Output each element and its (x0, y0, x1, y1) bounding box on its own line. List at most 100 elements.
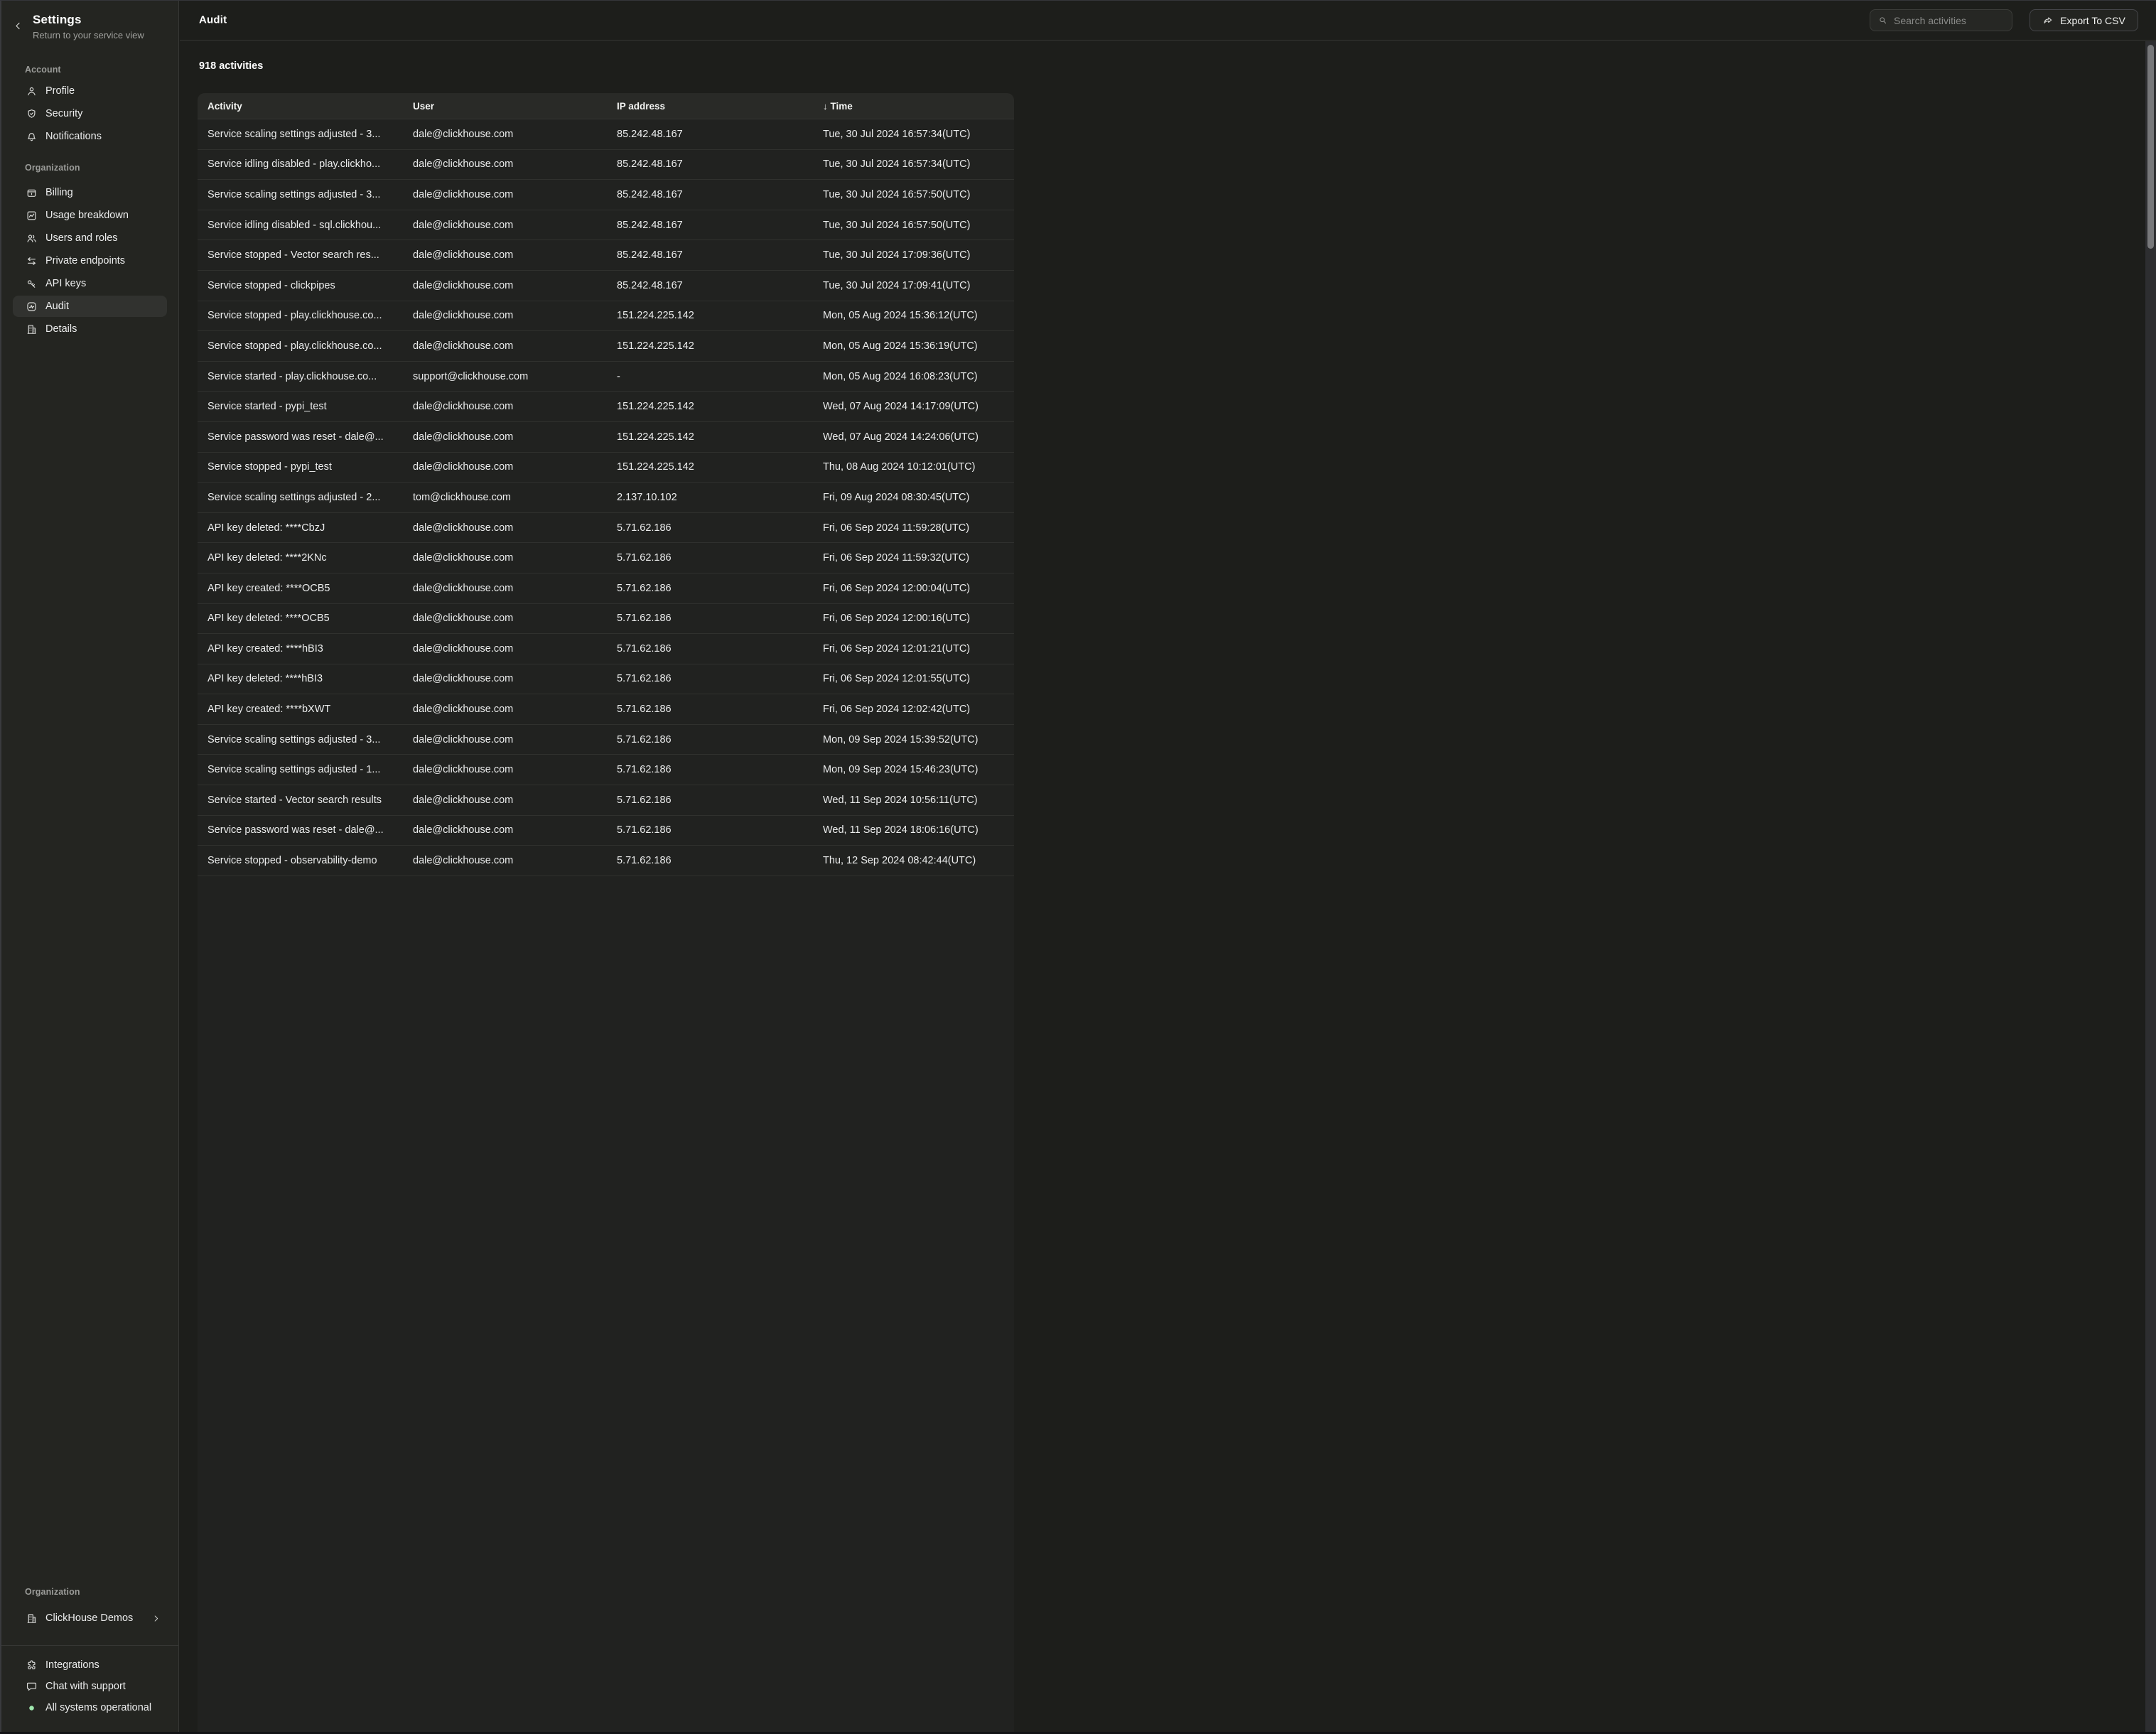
cell-user: support@clickhouse.com (413, 371, 617, 382)
cell-ip: 5.71.62.186 (617, 522, 823, 534)
table-row[interactable]: Service scaling settings adjusted - 2...… (198, 483, 1014, 513)
cell-activity: Service stopped - clickpipes (198, 280, 413, 291)
search-input[interactable] (1894, 15, 2005, 26)
cell-time: Wed, 11 Sep 2024 18:06:16(UTC) (823, 824, 1014, 836)
cell-ip: - (617, 371, 823, 382)
table-row[interactable]: Service stopped - Vector search res... d… (198, 240, 1014, 271)
table-row[interactable]: Service scaling settings adjusted - 3...… (198, 725, 1014, 755)
sidebar-item-label: Private endpoints (45, 255, 125, 266)
table-row[interactable]: Service stopped - clickpipes dale@clickh… (198, 271, 1014, 301)
cell-activity: API key created: ****hBI3 (198, 643, 413, 655)
cell-activity: API key deleted: ****CbzJ (198, 522, 413, 534)
table-row[interactable]: API key deleted: ****CbzJ dale@clickhous… (198, 513, 1014, 544)
sidebar-item-api-keys[interactable]: API keys (13, 273, 167, 294)
cell-activity: Service stopped - pypi_test (198, 461, 413, 473)
cell-ip: 5.71.62.186 (617, 643, 823, 655)
cell-time: Fri, 06 Sep 2024 12:02:42(UTC) (823, 704, 1014, 715)
table-row[interactable]: API key deleted: ****2KNc dale@clickhous… (198, 543, 1014, 573)
export-csv-button[interactable]: Export To CSV (2030, 9, 2138, 31)
cell-user: dale@clickhouse.com (413, 855, 617, 866)
return-to-service-link[interactable]: Return to your service view (33, 29, 168, 41)
cell-time: Thu, 12 Sep 2024 08:42:44(UTC) (823, 855, 1014, 866)
table-row[interactable]: API key created: ****OCB5 dale@clickhous… (198, 573, 1014, 604)
sidebar-item-label: API keys (45, 278, 86, 289)
sidebar-item-clickhouse-demos[interactable]: ClickHouse Demos (13, 1608, 167, 1629)
search-icon (1877, 15, 1888, 26)
cell-activity: API key deleted: ****OCB5 (198, 613, 413, 624)
cell-ip: 5.71.62.186 (617, 613, 823, 624)
users-icon (26, 232, 38, 244)
building-icon (26, 1612, 38, 1625)
table-row[interactable]: Service scaling settings adjusted - 1...… (198, 755, 1014, 785)
cell-time: Tue, 30 Jul 2024 16:57:34(UTC) (823, 158, 1014, 170)
table-row[interactable]: API key created: ****bXWT dale@clickhous… (198, 694, 1014, 725)
sidebar-item-usage-breakdown[interactable]: Usage breakdown (13, 205, 167, 226)
cell-ip: 85.242.48.167 (617, 220, 823, 231)
cell-time: Wed, 07 Aug 2024 14:17:09(UTC) (823, 401, 1014, 412)
table-header-row: Activity User IP address ↓ Time (198, 93, 1014, 119)
sidebar-item-audit[interactable]: Audit (13, 296, 167, 317)
activity-pulse-icon (26, 301, 38, 313)
table-row[interactable]: Service started - pypi_test dale@clickho… (198, 392, 1014, 422)
activities-count: 918 activities (199, 60, 263, 72)
cell-user: dale@clickhouse.com (413, 613, 617, 624)
cell-time: Fri, 06 Sep 2024 12:00:16(UTC) (823, 613, 1014, 624)
section-label-organization: Organization (1, 163, 178, 173)
cell-ip: 5.71.62.186 (617, 855, 823, 866)
sidebar-item-security[interactable]: Security (13, 103, 167, 124)
table-row[interactable]: Service password was reset - dale@... da… (198, 422, 1014, 453)
cell-user: dale@clickhouse.com (413, 189, 617, 200)
sidebar-item-notifications[interactable]: Notifications (13, 126, 167, 147)
footer-item-label: Integrations (45, 1659, 99, 1671)
table-row[interactable]: Service started - Vector search results … (198, 785, 1014, 816)
cell-activity: Service started - play.clickhouse.co... (198, 371, 413, 382)
table-row[interactable]: Service stopped - play.clickhouse.co... … (198, 331, 1014, 362)
table-row[interactable]: Service password was reset - dale@... da… (198, 816, 1014, 846)
table-row[interactable]: Service stopped - play.clickhouse.co... … (198, 301, 1014, 332)
shield-check-icon (26, 108, 38, 120)
footer-item-all-systems-operational[interactable]: All systems operational (13, 1698, 167, 1717)
chat-bubble-icon (26, 1681, 38, 1693)
sidebar-item-label: Usage breakdown (45, 210, 129, 221)
page-title: Audit (199, 14, 227, 26)
table-row[interactable]: API key deleted: ****OCB5 dale@clickhous… (198, 604, 1014, 635)
sidebar-item-private-endpoints[interactable]: Private endpoints (13, 250, 167, 271)
cell-user: dale@clickhouse.com (413, 280, 617, 291)
cell-activity: Service scaling settings adjusted - 2... (198, 492, 413, 503)
scrollbar-thumb[interactable] (2147, 45, 2155, 249)
footer-item-integrations[interactable]: Integrations (13, 1656, 167, 1674)
sidebar-item-details[interactable]: Details (13, 318, 167, 340)
cell-activity: Service password was reset - dale@... (198, 824, 413, 836)
table-row[interactable]: Service stopped - observability-demo dal… (198, 846, 1014, 876)
table-row[interactable]: Service idling disabled - play.clickho..… (198, 150, 1014, 181)
cell-user: tom@clickhouse.com (413, 492, 617, 503)
cell-ip: 5.71.62.186 (617, 795, 823, 806)
footer-item-chat-with-support[interactable]: Chat with support (13, 1677, 167, 1696)
table-row[interactable]: API key deleted: ****hBI3 dale@clickhous… (198, 664, 1014, 695)
organization-nav: Billing Usage breakdown Users and roles Pri… (1, 182, 178, 340)
cell-user: dale@clickhouse.com (413, 220, 617, 231)
table-row[interactable]: Service idling disabled - sql.clickhou..… (198, 210, 1014, 241)
back-chevron-icon[interactable] (13, 21, 23, 31)
column-header-activity[interactable]: Activity (198, 101, 413, 112)
sidebar-item-label: Details (45, 323, 77, 335)
cell-user: dale@clickhouse.com (413, 158, 617, 170)
table-row[interactable]: Service stopped - pypi_test dale@clickho… (198, 453, 1014, 483)
cell-ip: 151.224.225.142 (617, 340, 823, 352)
export-label: Export To CSV (2060, 15, 2125, 26)
cell-ip: 5.71.62.186 (617, 734, 823, 745)
table-row[interactable]: Service scaling settings adjusted - 3...… (198, 180, 1014, 210)
column-header-user[interactable]: User (413, 101, 617, 112)
cell-time: Fri, 06 Sep 2024 11:59:28(UTC) (823, 522, 1014, 534)
column-header-time[interactable]: ↓ Time (823, 101, 1014, 112)
sidebar-header: Settings Return to your service view (1, 0, 178, 41)
sidebar-item-label: Profile (45, 85, 75, 97)
cell-activity: Service scaling settings adjusted - 3... (198, 734, 413, 745)
table-row[interactable]: Service scaling settings adjusted - 3...… (198, 119, 1014, 150)
table-row[interactable]: Service started - play.clickhouse.co... … (198, 362, 1014, 392)
table-row[interactable]: API key created: ****hBI3 dale@clickhous… (198, 634, 1014, 664)
sidebar-item-users-and-roles[interactable]: Users and roles (13, 227, 167, 249)
sidebar-item-profile[interactable]: Profile (13, 80, 167, 102)
column-header-ip[interactable]: IP address (617, 101, 823, 112)
sidebar-item-billing[interactable]: Billing (13, 182, 167, 203)
